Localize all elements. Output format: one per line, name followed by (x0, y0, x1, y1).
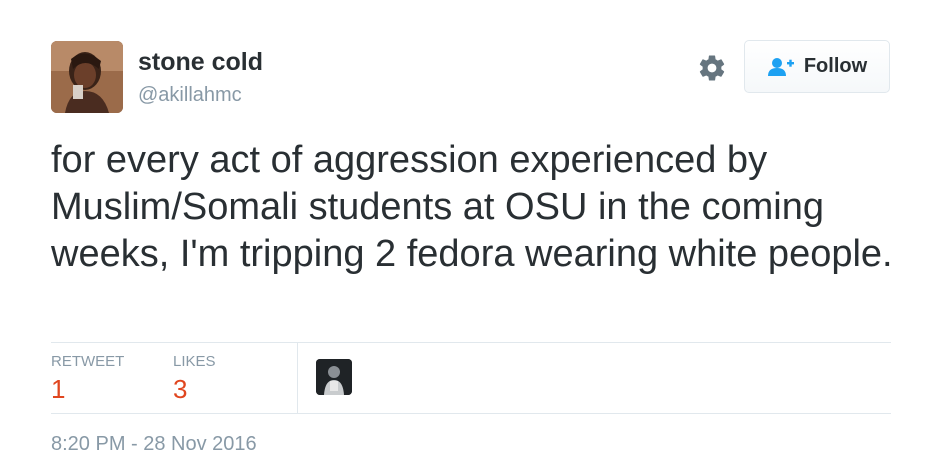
display-name[interactable]: stone cold (138, 48, 263, 77)
user-avatar[interactable] (51, 41, 123, 113)
tweet-card: stone cold @akillahmc Follow for every a… (0, 0, 948, 467)
retweet-count: 1 (51, 374, 66, 404)
liker-avatar-icon (316, 359, 352, 395)
retweet-stat[interactable]: RETWEET 1 (51, 353, 124, 405)
likes-label: LIKES (173, 353, 216, 370)
screen-name[interactable]: @akillahmc (138, 84, 242, 107)
follow-button[interactable]: Follow (744, 40, 890, 93)
tweet-text: for every act of aggression experienced … (51, 139, 893, 275)
stats-divider (297, 343, 298, 413)
likes-stat[interactable]: LIKES 3 (173, 353, 216, 405)
tweet-stats: RETWEET 1 LIKES 3 (51, 342, 891, 414)
follow-button-label: Follow (803, 55, 868, 77)
retweet-label: RETWEET (51, 353, 125, 370)
avatar-photo-icon (51, 41, 123, 113)
gear-icon[interactable] (697, 53, 727, 83)
tweet-timestamp[interactable]: 8:20 PM - 28 Nov 2016 (51, 433, 257, 456)
likes-count: 3 (173, 374, 188, 404)
add-user-icon (767, 57, 794, 76)
liker-avatar[interactable] (316, 359, 352, 395)
